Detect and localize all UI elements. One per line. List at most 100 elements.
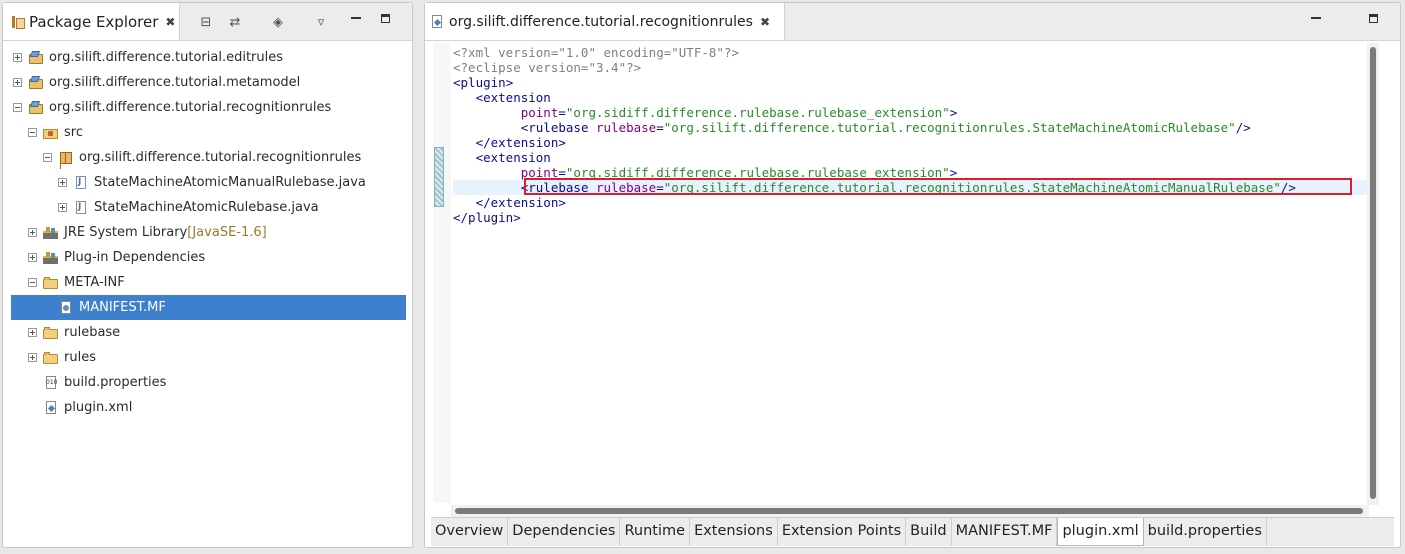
focus-on-active-task-icon[interactable]: ◈	[269, 13, 287, 31]
java-file-icon	[73, 170, 89, 195]
expand-icon[interactable]	[28, 228, 37, 237]
tree-item-suffix: [JavaSE-1.6]	[187, 225, 267, 240]
tree-item-label: org.silift.difference.tutorial.metamodel	[49, 75, 301, 90]
source-folder-icon	[43, 126, 59, 140]
plugin-icon	[429, 14, 445, 29]
maximize-icon[interactable]	[381, 14, 390, 23]
package-explorer-title: Package Explorer	[29, 12, 159, 31]
editor-page-tab[interactable]: MANIFEST.MF	[951, 518, 1058, 546]
library-icon	[43, 251, 59, 265]
tree-item[interactable]: org.silift.difference.tutorial.recogniti…	[3, 95, 412, 120]
plugin-xml-icon	[43, 400, 59, 415]
collapse-icon[interactable]	[28, 278, 37, 287]
package-icon	[58, 151, 74, 165]
minimize-icon[interactable]	[1311, 15, 1321, 19]
java-file-icon	[73, 195, 89, 220]
tab-package-explorer[interactable]: Package Explorer ✖	[3, 3, 180, 40]
collapse-all-icon[interactable]: ⊟	[197, 13, 215, 31]
xml-source-editor[interactable]: <?xml version="1.0" encoding="UTF-8"?> <?…	[433, 43, 1367, 503]
editor-page-tab[interactable]: plugin.xml	[1057, 518, 1144, 546]
tree-item[interactable]: build.properties	[3, 370, 412, 395]
expand-icon[interactable]	[13, 78, 22, 87]
tree-item-label: src	[64, 125, 83, 140]
view-menu-icon[interactable]: ▿	[312, 13, 330, 31]
tree-item-label: StateMachineAtomicRulebase.java	[94, 200, 319, 215]
editor-page-tab[interactable]: Overview	[431, 518, 509, 546]
vertical-scrollbar[interactable]	[1367, 43, 1379, 505]
editor-page-tab[interactable]: Extension Points	[777, 518, 907, 546]
code-line[interactable]: </extension>	[453, 135, 1367, 150]
tree-item-label: JRE System Library	[64, 225, 188, 240]
link-with-editor-icon[interactable]: ⇄	[226, 13, 244, 31]
project-icon	[28, 76, 44, 90]
code-line[interactable]: <extension	[453, 90, 1367, 105]
code-lines[interactable]: <?xml version="1.0" encoding="UTF-8"?> <?…	[453, 45, 1367, 225]
tree-item-label: rules	[64, 350, 96, 365]
collapse-icon[interactable]	[13, 103, 22, 112]
close-icon[interactable]: ✖	[165, 15, 175, 29]
tree-item-label: Plug-in Dependencies	[64, 250, 206, 265]
tree-item[interactable]: MANIFEST.MF	[11, 295, 406, 320]
code-line[interactable]: </extension>	[453, 195, 1367, 210]
close-icon[interactable]: ✖	[760, 15, 770, 29]
editor-page-tab[interactable]: Runtime	[620, 518, 691, 546]
folder-icon	[43, 351, 59, 365]
expand-icon[interactable]	[28, 353, 37, 362]
tree-item[interactable]: StateMachineAtomicRulebase.java	[3, 195, 412, 220]
tree-item-label: org.silift.difference.tutorial.recogniti…	[79, 150, 362, 165]
expand-icon[interactable]	[13, 53, 22, 62]
vertical-scrollbar-thumb[interactable]	[1370, 47, 1376, 499]
manifest-file-icon	[58, 300, 74, 315]
expand-icon[interactable]	[58, 203, 67, 212]
highlight-box	[524, 178, 1352, 195]
code-line[interactable]: point="org.sidiff.difference.rulebase.ru…	[453, 105, 1367, 120]
code-line[interactable]: <?eclipse version="3.4"?>	[453, 60, 1367, 75]
project-icon	[28, 51, 44, 65]
tree-item-label: org.silift.difference.tutorial.recogniti…	[49, 100, 332, 115]
package-explorer-icon	[12, 15, 25, 29]
folder-icon	[43, 276, 59, 290]
collapse-icon[interactable]	[43, 153, 52, 162]
tree-item[interactable]: org.silift.difference.tutorial.recogniti…	[3, 145, 412, 170]
package-explorer-tabbar: Package Explorer ✖ ⊟ ⇄ ◈ ▿	[3, 3, 412, 41]
tree-item[interactable]: org.silift.difference.tutorial.metamodel	[3, 70, 412, 95]
tree-item[interactable]: META-INF	[3, 270, 412, 295]
folder-icon	[43, 326, 59, 340]
tree-item-label: plugin.xml	[64, 400, 133, 415]
tree-item-label: META-INF	[64, 275, 125, 290]
project-tree: org.silift.difference.tutorial.editrules…	[3, 45, 412, 420]
editor-page-tab[interactable]: Extensions	[690, 518, 778, 546]
code-line[interactable]: <plugin>	[453, 75, 1367, 90]
editor-tabbar: org.silift.difference.tutorial.recogniti…	[425, 3, 1400, 41]
editor-page-tab[interactable]: build.properties	[1143, 518, 1267, 546]
tree-item[interactable]: Plug-in Dependencies	[3, 245, 412, 270]
change-marker	[434, 147, 444, 207]
tree-item-label: build.properties	[64, 375, 167, 390]
tree-item[interactable]: rulebase	[3, 320, 412, 345]
horizontal-scrollbar-thumb[interactable]	[455, 508, 1363, 514]
code-line[interactable]: <rulebase rulebase="org.silift.differenc…	[453, 120, 1367, 135]
maximize-icon[interactable]	[1369, 14, 1378, 23]
tree-item[interactable]: org.silift.difference.tutorial.editrules	[3, 45, 412, 70]
minimize-icon[interactable]	[351, 15, 361, 19]
tree-item[interactable]: plugin.xml	[3, 395, 412, 420]
expand-icon[interactable]	[28, 328, 37, 337]
tree-item[interactable]: src	[3, 120, 412, 145]
tree-item-label: rulebase	[64, 325, 121, 340]
tree-item[interactable]: JRE System Library [JavaSE-1.6]	[3, 220, 412, 245]
horizontal-scrollbar[interactable]	[451, 505, 1369, 517]
expand-icon[interactable]	[58, 178, 67, 187]
library-icon	[43, 226, 59, 240]
editor-page-tab[interactable]: Dependencies	[508, 518, 621, 546]
tree-item[interactable]: StateMachineAtomicManualRulebase.java	[3, 170, 412, 195]
tree-item[interactable]: rules	[3, 345, 412, 370]
expand-icon[interactable]	[28, 253, 37, 262]
plugin-editor: org.silift.difference.tutorial.recogniti…	[424, 2, 1401, 548]
editor-page-tab[interactable]: Build	[906, 518, 952, 546]
code-line[interactable]: <extension	[453, 150, 1367, 165]
collapse-icon[interactable]	[28, 128, 37, 137]
tree-item-label: StateMachineAtomicManualRulebase.java	[94, 175, 366, 190]
tab-plugin-editor[interactable]: org.silift.difference.tutorial.recogniti…	[425, 3, 785, 40]
code-line[interactable]: </plugin>	[453, 210, 1367, 225]
code-line[interactable]: <?xml version="1.0" encoding="UTF-8"?>	[453, 45, 1367, 60]
